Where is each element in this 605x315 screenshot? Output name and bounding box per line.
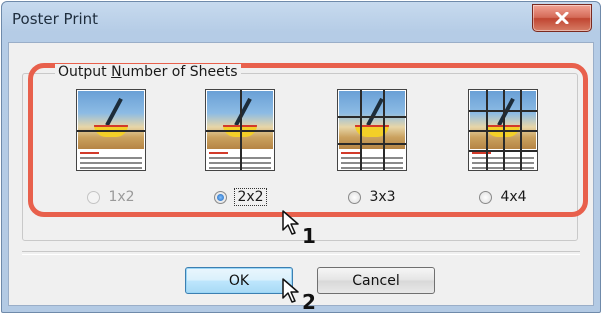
close-icon — [555, 12, 569, 24]
highlight-box — [28, 63, 588, 217]
group-label: Output Number of Sheets — [55, 64, 241, 80]
cancel-button[interactable]: Cancel — [317, 267, 435, 294]
ok-button[interactable]: OK — [185, 267, 293, 294]
mouse-cursor-icon — [282, 278, 299, 303]
window-title: Poster Print — [12, 10, 99, 28]
poster-print-dialog: Poster Print 1x2 2x2 3x3 4x4 Output Numb… — [1, 1, 601, 313]
callout-step-2: 2 — [302, 290, 316, 314]
dialog-body: 1x2 2x2 3x3 4x4 Output Number of Sheets … — [8, 42, 594, 306]
mouse-cursor-icon — [282, 210, 299, 235]
close-button[interactable] — [532, 4, 592, 32]
callout-step-1: 1 — [302, 224, 316, 248]
separator — [22, 251, 580, 255]
